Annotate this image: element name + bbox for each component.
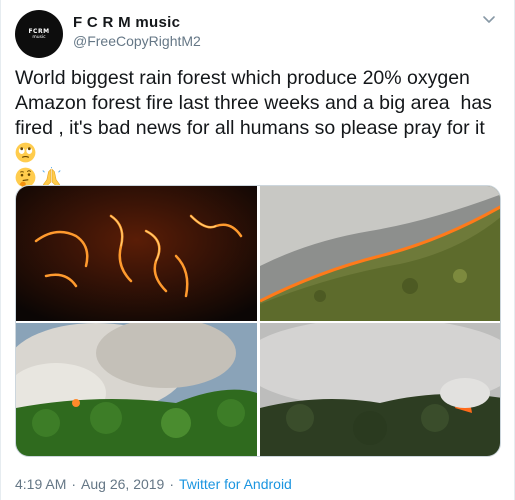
tweet-text-body: World biggest rain forest which produce …: [15, 67, 498, 139]
media-image[interactable]: [260, 186, 500, 321]
media-image[interactable]: [16, 323, 257, 456]
smoke-over-jungle-image: [16, 323, 257, 456]
night-forest-fire-image: [16, 186, 257, 321]
media-image[interactable]: [16, 186, 257, 321]
author-handle[interactable]: @FreeCopyRightM2: [73, 33, 201, 49]
tweet-meta: 4:19 AM · Aug 26, 2019 · Twitter for Android: [15, 476, 292, 492]
media-image[interactable]: [260, 323, 500, 456]
avatar-text-logo: FCRM: [28, 27, 50, 35]
avatar[interactable]: FCRM music: [15, 10, 63, 58]
tweet-source-link[interactable]: Twitter for Android: [179, 476, 292, 492]
chevron-down-icon[interactable]: [482, 15, 496, 25]
tweet-date[interactable]: Aug 26, 2019: [81, 476, 164, 492]
avatar-text-sub: music: [32, 34, 46, 40]
tweet-text: World biggest rain forest which produce …: [15, 66, 505, 191]
meta-separator: ·: [169, 476, 175, 492]
face-with-rolling-eyes-icon: [15, 142, 36, 163]
meta-separator: ·: [71, 476, 77, 492]
burning-forest-smoke-image: [260, 323, 500, 456]
tweet-card: FCRM music F C R M music @FreeCopyRightM…: [0, 0, 515, 500]
author-name[interactable]: F C R M music: [73, 14, 180, 31]
aerial-fire-line-image: [260, 186, 500, 321]
tweet-time[interactable]: 4:19 AM: [15, 476, 66, 492]
media-grid: [15, 185, 501, 457]
